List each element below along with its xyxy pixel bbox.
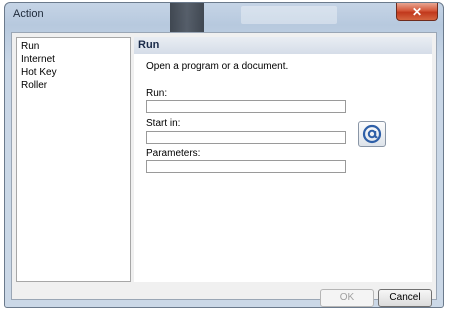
browse-button[interactable] (358, 121, 386, 147)
panel-description: Open a program or a document. (146, 61, 289, 72)
action-list: Run Internet Hot Key Roller (16, 37, 131, 282)
action-item-hot-key[interactable]: Hot Key (21, 66, 126, 79)
parameters-label: Parameters: (146, 148, 201, 159)
start-in-input[interactable] (146, 131, 346, 144)
action-item-run[interactable]: Run (21, 40, 126, 53)
ok-button[interactable]: OK (320, 289, 374, 307)
run-input[interactable] (146, 100, 346, 113)
cancel-button[interactable]: Cancel (378, 289, 432, 307)
dialog-client-area: Run Internet Hot Key Roller Run Open a p… (11, 32, 437, 307)
panel-header: Run (134, 37, 432, 54)
close-button[interactable]: ✕ (396, 3, 438, 21)
action-dialog: Action ✕ Run Internet Hot Key Roller Run… (4, 2, 444, 308)
parameters-input[interactable] (146, 160, 346, 173)
action-item-internet[interactable]: Internet (21, 53, 126, 66)
background-window-fragment (170, 3, 204, 33)
at-sign-icon (362, 124, 382, 144)
window-title: Action (13, 8, 44, 20)
background-window-fragment (241, 6, 337, 24)
run-settings-panel: Run Open a program or a document. Run: S… (134, 37, 432, 282)
close-icon: ✕ (411, 4, 423, 19)
start-in-label: Start in: (146, 118, 181, 129)
action-item-roller[interactable]: Roller (21, 79, 126, 92)
run-label: Run: (146, 88, 168, 99)
